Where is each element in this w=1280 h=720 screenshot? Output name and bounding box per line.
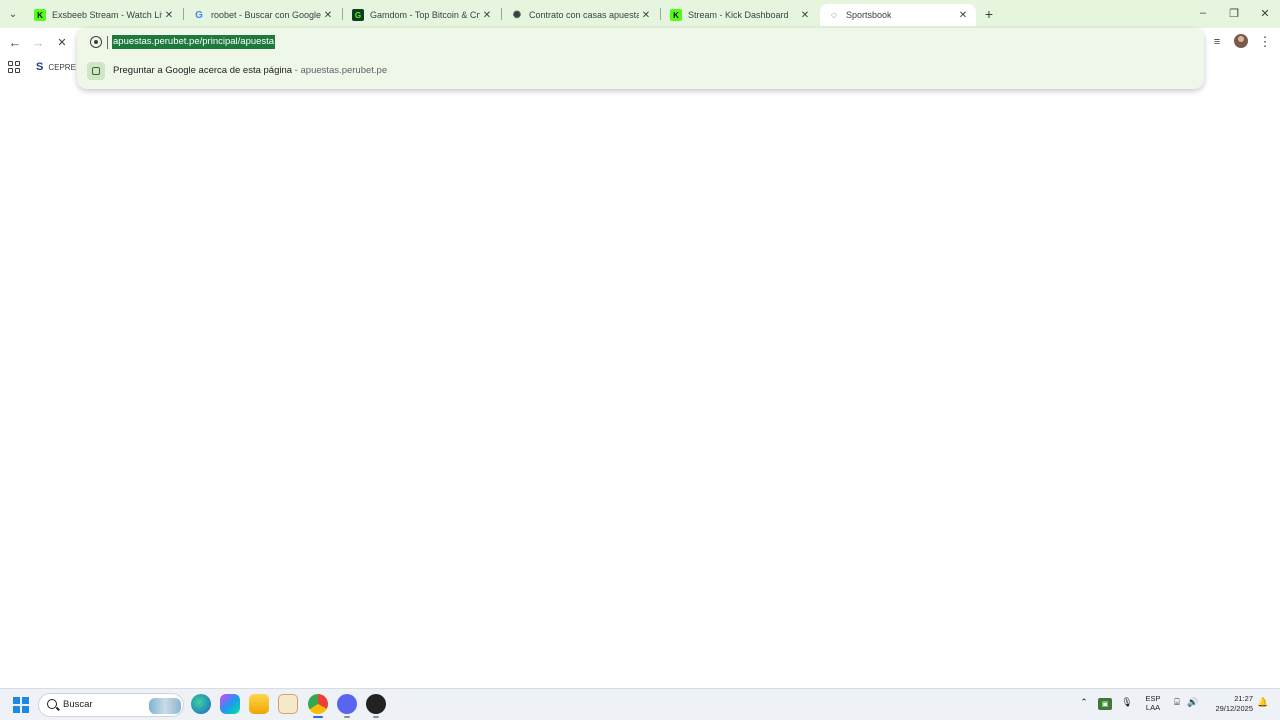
tab-title: Gamdom - Top Bitcoin & Crypt [370,10,480,20]
clock-time: 21:27 [1234,694,1253,703]
stop-loading-icon[interactable]: ✕ [53,33,71,51]
loading-icon: ◌ [831,9,837,21]
bookmark-cepre[interactable]: S CEPRE [36,59,76,75]
profile-avatar[interactable] [1234,34,1248,48]
copilot-icon[interactable] [220,694,240,714]
tab-strip: ⌄ K Exsbeeb Stream - Watch Live o ✕ G ro… [0,0,1280,28]
suggestion-url: apuestas.perubet.pe [300,65,388,76]
tab-close-icon[interactable]: ✕ [956,8,970,22]
google-lens-icon [87,62,105,80]
language-indicator[interactable]: ESP LAA [1143,694,1163,712]
taskbar-clock[interactable]: 21:27 29/12/2025 [1205,694,1253,713]
search-highlight-image [149,698,181,714]
tab-roobet-search[interactable]: G roobet - Buscar con Google ✕ [185,4,341,26]
windows-start-icon[interactable] [13,697,29,713]
close-window-button[interactable]: ✕ [1250,4,1280,22]
cepre-logo-icon: S [36,61,44,73]
discord-icon[interactable] [337,694,357,718]
forward-arrow-icon[interactable]: → [29,33,47,51]
suggestion-separator: - [292,65,301,76]
tab-contrato[interactable]: ✺ Contrato con casas apuestas ✕ [503,4,659,26]
tab-title: Exsbeeb Stream - Watch Live o [52,10,162,20]
tab-close-icon[interactable]: ✕ [639,8,653,22]
nvidia-icon[interactable]: ▣ [1098,698,1112,710]
tab-title: Contrato con casas apuestas [529,10,639,20]
omnibox-suggestion[interactable]: Preguntar a Google acerca de esta página… [77,60,1204,82]
reading-list-icon[interactable]: ≡ [1208,33,1226,51]
tab-divider [342,8,343,20]
language-code: ESP [1145,694,1161,703]
network-icon[interactable]: ⌸ [1170,697,1184,708]
more-menu-icon[interactable]: ⋮ [1256,33,1274,51]
tab-divider [660,8,661,20]
obs-icon[interactable] [366,694,386,718]
tab-close-icon[interactable]: ✕ [798,8,812,22]
tab-close-icon[interactable]: ✕ [480,8,494,22]
microphone-icon[interactable]: 🎙 [1120,697,1134,708]
restore-button[interactable]: ❐ [1219,4,1249,22]
kick-icon: K [670,9,682,21]
tab-search-chevron-icon[interactable]: ⌄ [4,5,22,23]
tab-title: Sportsbook [846,10,892,20]
bookmark-label: CEPRE [48,62,76,72]
chatgpt-icon: ✺ [512,9,522,21]
back-arrow-icon[interactable]: ← [6,33,24,51]
kick-icon: K [34,9,46,21]
notifications-bell-icon[interactable]: 🔔 [1256,697,1270,708]
gamdom-icon: G [352,9,364,21]
screen: ⌄ K Exsbeeb Stream - Watch Live o ✕ G ro… [0,0,1280,720]
tab-gamdom[interactable]: G Gamdom - Top Bitcoin & Crypt ✕ [344,4,500,26]
new-tab-button[interactable]: + [980,5,998,23]
show-hidden-icons-chevron-icon[interactable]: ⌃ [1077,697,1091,708]
search-icon [47,699,57,709]
search-placeholder: Buscar [63,699,93,710]
site-info-icon[interactable] [90,36,102,48]
minimize-button[interactable]: – [1188,4,1218,22]
keyboard-layout: LAA [1145,703,1161,712]
tab-close-icon[interactable]: ✕ [162,8,176,22]
address-bar-input[interactable]: apuestas.perubet.pe/principal/apuesta [112,35,276,49]
clock-date: 29/12/2025 [1215,703,1253,713]
tab-divider [501,8,502,20]
file-explorer-icon[interactable] [249,694,269,714]
tab-close-icon[interactable]: ✕ [321,8,335,22]
omnibox-dropdown: apuestas.perubet.pe/principal/apuesta Pr… [77,28,1204,89]
google-icon: G [195,9,203,21]
tab-kick-dashboard[interactable]: K Stream - Kick Dashboard ✕ [662,4,818,26]
edge-icon[interactable] [191,694,211,714]
tab-exsbeeb[interactable]: K Exsbeeb Stream - Watch Live o ✕ [26,4,182,26]
tab-sportsbook[interactable]: ◌ Sportsbook ✕ [820,4,976,26]
apps-grid-icon[interactable] [6,59,22,75]
suggestion-text: Preguntar a Google acerca de esta página [113,65,293,76]
suggestion-text-row: Preguntar a Google acerca de esta página… [113,65,387,76]
tab-title: Stream - Kick Dashboard [688,10,789,20]
tab-title: roobet - Buscar con Google [211,10,321,20]
tab-divider [183,8,184,20]
text-cursor-icon [107,36,108,49]
volume-icon[interactable]: 🔊 [1186,697,1200,708]
chrome-icon[interactable] [308,694,328,718]
media-player-icon[interactable] [278,694,298,714]
taskbar-search-box[interactable]: Buscar [38,693,184,717]
